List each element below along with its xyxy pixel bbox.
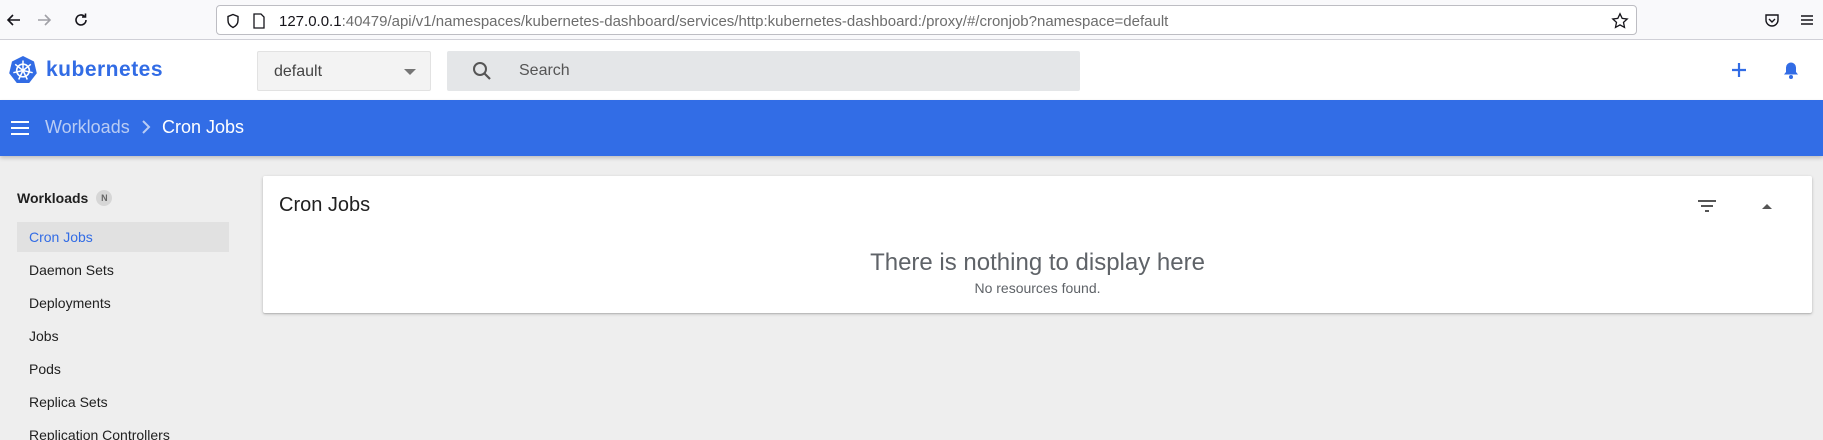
kubernetes-helm-icon bbox=[9, 56, 37, 83]
create-button[interactable] bbox=[1725, 56, 1753, 84]
app-menu-button[interactable] bbox=[1793, 6, 1821, 34]
breadcrumb-toolbar: Workloads Cron Jobs bbox=[0, 100, 1823, 156]
sidebar-heading-workloads[interactable]: Workloads N bbox=[17, 190, 113, 206]
dropdown-arrow-icon bbox=[404, 69, 416, 75]
sidebar-item-cron-jobs[interactable]: Cron Jobs bbox=[17, 222, 229, 252]
namespace-select[interactable]: default bbox=[257, 51, 431, 91]
search-icon bbox=[473, 62, 491, 80]
reload-button[interactable] bbox=[67, 6, 95, 34]
sidebar-item-label: Cron Jobs bbox=[29, 229, 93, 245]
reload-icon bbox=[75, 13, 87, 26]
sidebar-item-label: Replica Sets bbox=[29, 394, 108, 410]
caret-up-icon bbox=[1762, 204, 1772, 209]
url-host: 127.0.0.1 bbox=[279, 13, 342, 30]
sidebar-item-jobs[interactable]: Jobs bbox=[17, 321, 229, 351]
brand-name: kubernetes bbox=[46, 58, 164, 81]
empty-state-title: There is nothing to display here bbox=[870, 249, 1205, 276]
hamburger-icon bbox=[1801, 15, 1813, 25]
star-icon[interactable] bbox=[1610, 11, 1630, 31]
url-bar[interactable]: 127.0.0.1:40479/api/v1/namespaces/kubern… bbox=[216, 5, 1637, 35]
namespace-value: default bbox=[274, 63, 323, 80]
pocket-button[interactable] bbox=[1758, 6, 1786, 34]
sidebar-item-label: Daemon Sets bbox=[29, 262, 114, 278]
sidebar-item-replication-controllers[interactable]: Replication Controllers bbox=[17, 420, 229, 440]
shield-icon[interactable] bbox=[223, 11, 243, 31]
chevron-right-icon bbox=[142, 120, 151, 134]
sidebar-item-label: Replication Controllers bbox=[29, 427, 170, 440]
page-icon[interactable] bbox=[249, 11, 269, 31]
breadcrumb-workloads[interactable]: Workloads bbox=[45, 117, 130, 138]
notifications-button[interactable] bbox=[1777, 56, 1805, 84]
namespaced-badge: N bbox=[96, 190, 113, 206]
card-title: Cron Jobs bbox=[279, 194, 371, 216]
search-bar[interactable] bbox=[447, 51, 1080, 91]
search-input[interactable] bbox=[519, 51, 1059, 91]
sidebar-item-daemon-sets[interactable]: Daemon Sets bbox=[17, 255, 229, 285]
sidebar: Workloads N Cron Jobs Daemon Sets Deploy… bbox=[0, 156, 240, 440]
filter-icon bbox=[1698, 200, 1716, 212]
app-header: kubernetes default bbox=[0, 40, 1823, 100]
cron-jobs-card: Cron Jobs There is nothing to display he… bbox=[263, 176, 1812, 313]
sidebar-item-deployments[interactable]: Deployments bbox=[17, 288, 229, 318]
brand-logo[interactable]: kubernetes bbox=[8, 53, 163, 87]
sidebar-item-pods[interactable]: Pods bbox=[17, 354, 229, 384]
nav-menu-button[interactable] bbox=[6, 114, 34, 142]
sidebar-item-label: Pods bbox=[29, 361, 61, 377]
empty-state-subtitle: No resources found. bbox=[974, 280, 1101, 296]
bell-icon bbox=[1784, 62, 1798, 79]
url-path: :40479/api/v1/namespaces/kubernetes-dash… bbox=[341, 13, 1169, 30]
arrow-right-icon bbox=[38, 14, 52, 26]
sidebar-item-replica-sets[interactable]: Replica Sets bbox=[17, 387, 229, 417]
arrow-left-icon bbox=[6, 14, 20, 26]
pocket-icon bbox=[1765, 14, 1779, 27]
back-button[interactable] bbox=[0, 6, 28, 34]
sidebar-heading-label: Workloads bbox=[17, 190, 89, 206]
forward-button[interactable] bbox=[30, 6, 58, 34]
sidebar-item-label: Deployments bbox=[29, 295, 111, 311]
breadcrumb-current: Cron Jobs bbox=[162, 117, 245, 137]
plus-icon bbox=[1732, 63, 1746, 77]
url-text[interactable]: 127.0.0.1:40479/api/v1/namespaces/kubern… bbox=[279, 13, 1168, 30]
menu-icon bbox=[11, 121, 29, 135]
filter-button[interactable] bbox=[1693, 192, 1721, 220]
sidebar-item-label: Jobs bbox=[29, 328, 59, 344]
collapse-button[interactable] bbox=[1753, 192, 1781, 220]
browser-toolbar: 127.0.0.1:40479/api/v1/namespaces/kubern… bbox=[0, 0, 1823, 40]
